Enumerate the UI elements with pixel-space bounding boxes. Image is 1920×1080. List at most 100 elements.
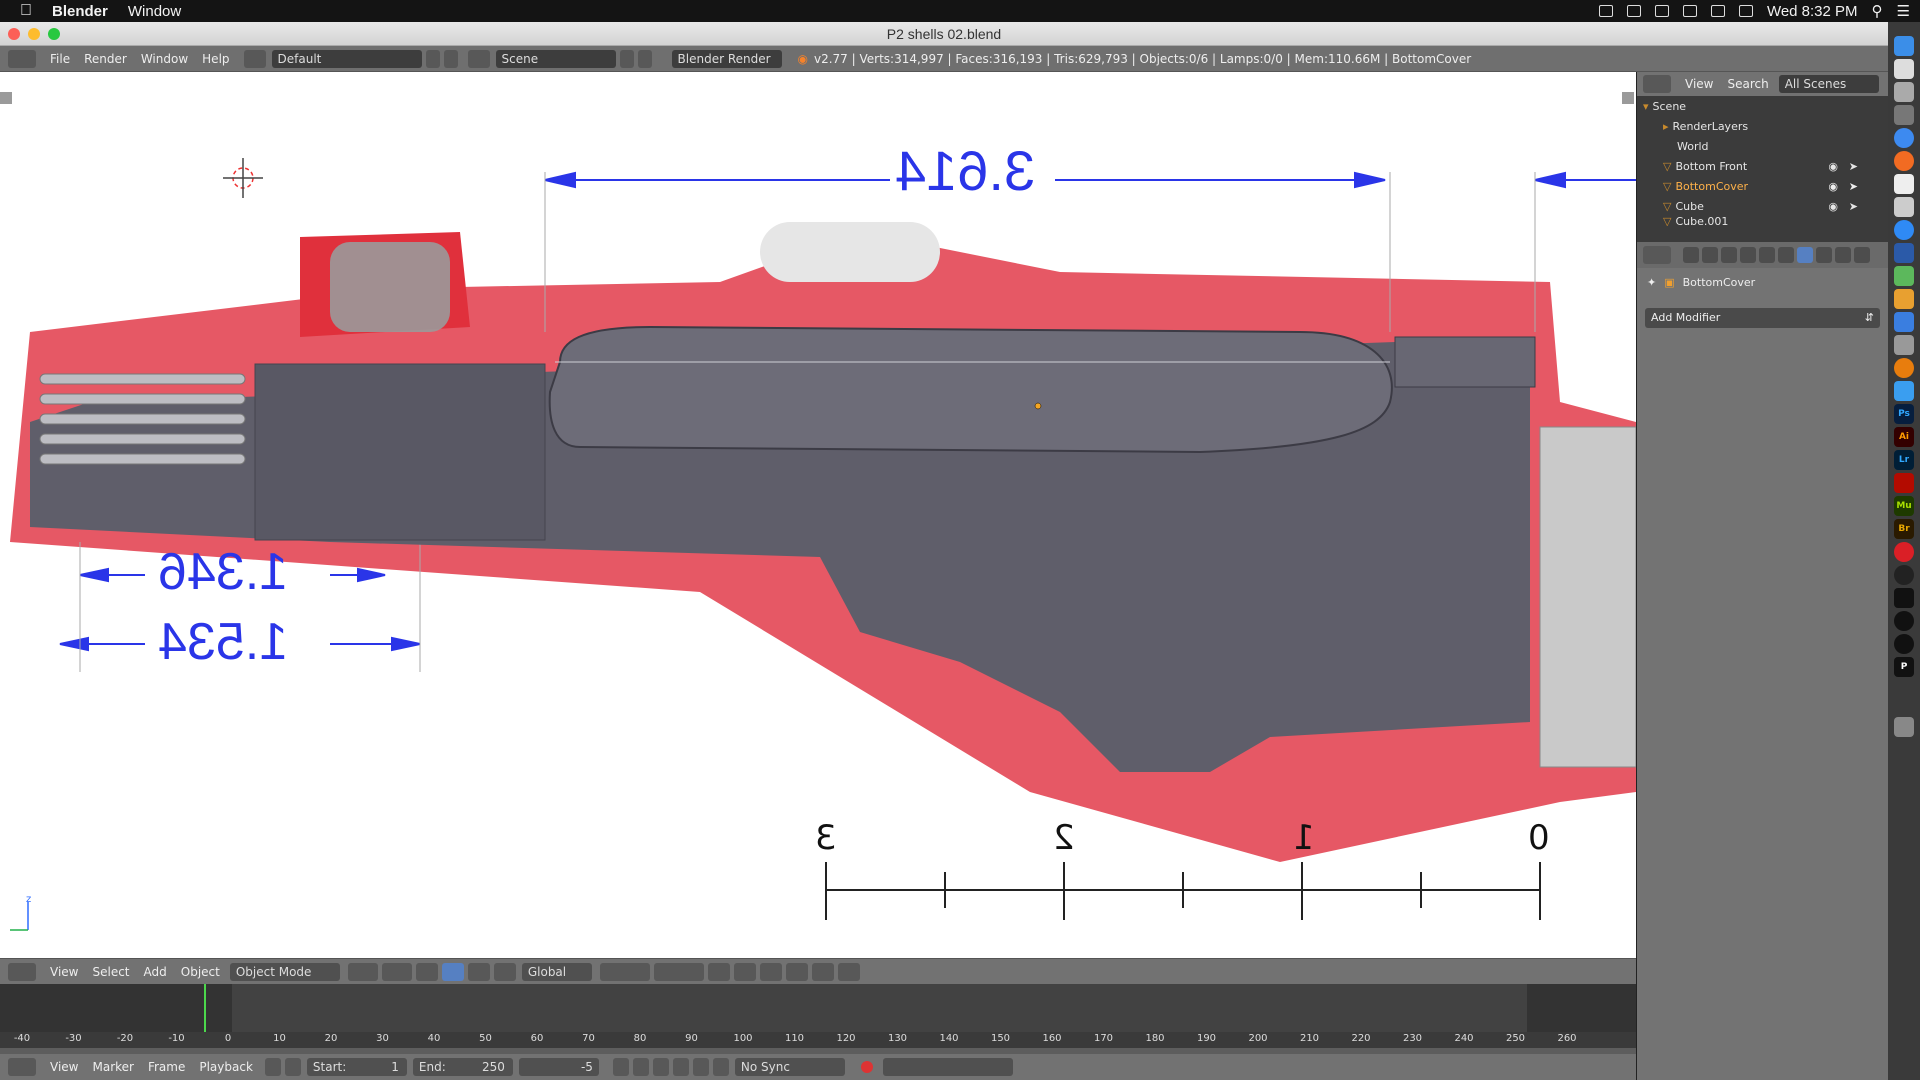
lightroom-icon[interactable]: Lr xyxy=(1894,450,1914,470)
playback-menu[interactable]: Playback xyxy=(199,1060,253,1074)
viewport-editor-type-icon[interactable] xyxy=(8,962,36,981)
current-frame-field[interactable]: -5 xyxy=(518,1058,599,1076)
layers-grid-a[interactable] xyxy=(599,962,650,981)
render-layers-tab-icon[interactable] xyxy=(1702,247,1718,263)
keying-set-field[interactable] xyxy=(882,1058,1013,1076)
p-icon[interactable]: P xyxy=(1894,657,1914,677)
outliner-item-cube[interactable]: ▽ Cube ◉ ➤ xyxy=(1637,196,1888,216)
data-tab-icon[interactable] xyxy=(1816,247,1832,263)
window-menu-blender[interactable]: Window xyxy=(141,52,188,66)
blender-icon[interactable] xyxy=(1894,358,1914,378)
notes-icon[interactable] xyxy=(1894,174,1914,194)
object-tab-icon[interactable] xyxy=(1759,247,1775,263)
add-modifier-button[interactable]: Add Modifier ⇵ xyxy=(1645,308,1880,328)
wifi-icon[interactable] xyxy=(1710,5,1725,17)
record-icon[interactable] xyxy=(860,1061,873,1073)
file-menu[interactable]: File xyxy=(50,52,70,66)
world-tab-icon[interactable] xyxy=(1740,247,1756,263)
outliner-view-menu[interactable]: View xyxy=(1685,77,1713,91)
properties-editor-type-icon[interactable] xyxy=(1643,246,1671,264)
drive-icon[interactable] xyxy=(1654,5,1669,17)
steam-icon[interactable] xyxy=(1894,565,1914,585)
next-key-icon[interactable] xyxy=(692,1058,709,1076)
layout-field[interactable]: Default xyxy=(271,49,422,68)
render-tab-icon[interactable] xyxy=(1683,247,1699,263)
selectable-arrow-icon[interactable]: ➤ xyxy=(1849,200,1858,213)
mode-select[interactable]: Object Mode xyxy=(229,962,340,981)
constraints-tab-icon[interactable] xyxy=(1778,247,1794,263)
jump-end-icon[interactable] xyxy=(712,1058,729,1076)
photoshop-icon[interactable]: Ps xyxy=(1894,404,1914,424)
end-frame-field[interactable]: End: 250 xyxy=(412,1058,513,1076)
proportional-edit-icon[interactable] xyxy=(733,962,756,981)
manipulator-icon[interactable] xyxy=(415,962,438,981)
rotate-manipulator-icon[interactable] xyxy=(467,962,490,981)
prev-key-icon[interactable] xyxy=(632,1058,649,1076)
add-menu[interactable]: Add xyxy=(144,965,167,979)
timeline-area[interactable]: -40 -30 -20 -10 0 10 20 30 40 50 60 70 80 90 100 110 120… xyxy=(0,984,1636,1048)
notification-icon[interactable]: ☰ xyxy=(1897,2,1910,20)
layout-icon[interactable] xyxy=(243,49,266,68)
keynote-icon[interactable] xyxy=(1894,312,1914,332)
render-anim-icon[interactable] xyxy=(837,962,860,981)
modifiers-tab-icon[interactable] xyxy=(1797,247,1813,263)
messages-icon[interactable] xyxy=(1894,220,1914,240)
outliner-item-scene[interactable]: ▾ Scene xyxy=(1637,96,1888,116)
render-engine-select[interactable]: Blender Render xyxy=(671,49,782,68)
zoom-window-button[interactable] xyxy=(48,28,60,40)
lock-range-icon[interactable] xyxy=(284,1058,301,1076)
layout-add-icon[interactable] xyxy=(425,49,440,68)
select-menu[interactable]: Select xyxy=(92,965,129,979)
jump-start-icon[interactable] xyxy=(612,1058,629,1076)
finder-icon[interactable] xyxy=(1894,36,1914,56)
numbers-icon[interactable] xyxy=(1894,289,1914,309)
timeline-view-menu[interactable]: View xyxy=(50,1060,78,1074)
scale-manipulator-icon[interactable] xyxy=(493,962,516,981)
marker-menu[interactable]: Marker xyxy=(92,1060,133,1074)
apple-icon[interactable]:  xyxy=(20,2,32,20)
muse-icon[interactable]: Mu xyxy=(1894,496,1914,516)
help-menu[interactable]: Help xyxy=(202,52,229,66)
outliner-editor-type-icon[interactable] xyxy=(1643,75,1671,93)
current-frame-line[interactable] xyxy=(204,984,206,1032)
layout-remove-icon[interactable] xyxy=(443,49,458,68)
spotlight-icon[interactable]: ⚲ xyxy=(1872,2,1883,20)
appstore-icon[interactable] xyxy=(1894,381,1914,401)
app-menu[interactable]: Blender xyxy=(52,3,108,20)
scene-field[interactable]: Scene xyxy=(495,49,616,68)
pivot-select[interactable] xyxy=(381,962,412,981)
mail-icon[interactable] xyxy=(1894,82,1914,102)
minimize-window-button[interactable] xyxy=(28,28,40,40)
outliner-item-cube-001[interactable]: ▽ Cube.001 xyxy=(1637,216,1888,226)
visibility-eye-icon[interactable]: ◉ xyxy=(1828,160,1838,173)
ue-icon[interactable] xyxy=(1894,634,1914,654)
preview-icon[interactable] xyxy=(1894,335,1914,355)
shading-select[interactable] xyxy=(347,962,378,981)
scene-tab-icon[interactable] xyxy=(1721,247,1737,263)
texture-tab-icon[interactable] xyxy=(1854,247,1870,263)
cloud-icon[interactable] xyxy=(1598,5,1613,17)
start-frame-field[interactable]: Start: 1 xyxy=(306,1058,407,1076)
visibility-eye-icon[interactable]: ◉ xyxy=(1828,200,1838,213)
timeline-editor-type-icon[interactable] xyxy=(8,1058,36,1076)
render-menu[interactable]: Render xyxy=(84,52,127,66)
3d-viewport[interactable]: 3.614 1.346 1.534 3 2 1 0 z xyxy=(0,72,1636,958)
layer-lock-icon[interactable] xyxy=(707,962,730,981)
selectable-arrow-icon[interactable]: ➤ xyxy=(1849,180,1858,193)
firefox-icon[interactable] xyxy=(1894,151,1914,171)
outliner-filter-select[interactable]: All Scenes xyxy=(1778,75,1879,93)
play-icon[interactable] xyxy=(672,1058,689,1076)
visibility-eye-icon[interactable]: ◉ xyxy=(1828,180,1838,193)
safari-icon[interactable] xyxy=(1894,59,1914,79)
object-menu[interactable]: Object xyxy=(181,965,220,979)
outliner-item-world[interactable]: World xyxy=(1637,136,1888,156)
volume-icon[interactable] xyxy=(1738,5,1753,17)
scene-add-icon[interactable] xyxy=(619,49,634,68)
snap-icon[interactable] xyxy=(759,962,782,981)
preview-range-icon[interactable] xyxy=(264,1058,281,1076)
trash-icon[interactable] xyxy=(1894,717,1914,737)
play-reverse-icon[interactable] xyxy=(652,1058,669,1076)
word-icon[interactable] xyxy=(1894,243,1914,263)
acrobat-icon[interactable] xyxy=(1894,473,1914,493)
bridge-icon[interactable]: Br xyxy=(1894,519,1914,539)
